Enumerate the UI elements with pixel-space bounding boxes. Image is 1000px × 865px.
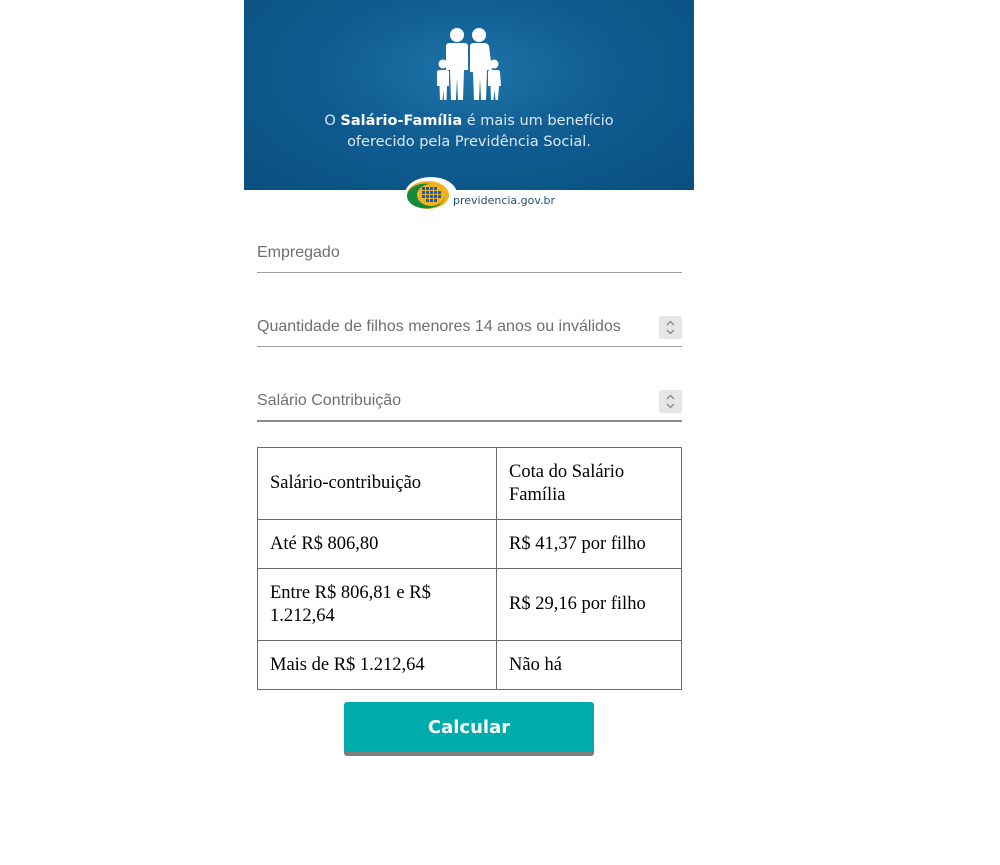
salario-stepper[interactable] bbox=[659, 390, 682, 413]
table-row: Entre R$ 806,81 e R$ 1.212,64 R$ 29,16 p… bbox=[257, 568, 682, 641]
salario-field bbox=[257, 384, 682, 422]
table-cell: Não há bbox=[496, 640, 682, 690]
table-cell: R$ 41,37 por filho bbox=[496, 519, 682, 569]
empregado-input[interactable] bbox=[257, 236, 652, 270]
header-banner: O Salário-Família é mais um benefício of… bbox=[244, 0, 694, 190]
table-header-cell: Cota do Salário Família bbox=[496, 447, 682, 520]
salario-familia-table: Salário-contribuição Cota do Salário Fam… bbox=[257, 447, 682, 690]
table-cell: R$ 29,16 por filho bbox=[496, 568, 682, 641]
table-cell: Até R$ 806,80 bbox=[257, 519, 497, 569]
table-header-cell: Salário-contribuição bbox=[257, 447, 497, 520]
table-row: Até R$ 806,80 R$ 41,37 por filho bbox=[257, 519, 682, 569]
filhos-input[interactable] bbox=[257, 310, 652, 344]
previdencia-logo: previdencia.gov.br bbox=[244, 177, 694, 218]
up-down-arrows-icon bbox=[666, 320, 675, 335]
salario-input[interactable] bbox=[257, 384, 652, 418]
filhos-field bbox=[257, 310, 682, 347]
banner-text-line1: é mais um benefício bbox=[462, 113, 614, 129]
banner-text-line2: oferecido pela Previdência Social. bbox=[347, 134, 591, 150]
table-cell: Entre R$ 806,81 e R$ 1.212,64 bbox=[257, 568, 497, 641]
table-row: Mais de R$ 1.212,64 Não há bbox=[257, 640, 682, 690]
logo-text: previdencia.gov.br bbox=[453, 194, 556, 207]
filhos-stepper[interactable] bbox=[659, 316, 682, 339]
calcular-button[interactable]: Calcular bbox=[344, 702, 594, 752]
up-down-arrows-icon bbox=[666, 394, 675, 409]
empregado-field bbox=[257, 236, 682, 273]
banner-text-bold: Salário-Família bbox=[340, 113, 463, 129]
family-icon bbox=[437, 28, 501, 100]
previdencia-logo-icon bbox=[405, 177, 457, 211]
table-header-row: Salário-contribuição Cota do Salário Fam… bbox=[257, 447, 682, 520]
banner-text: O Salário-Família é mais um benefício of… bbox=[244, 111, 694, 153]
table-cell: Mais de R$ 1.212,64 bbox=[257, 640, 497, 690]
app-container: O Salário-Família é mais um benefício of… bbox=[244, 0, 694, 752]
banner-text-prefix: O bbox=[324, 113, 341, 129]
